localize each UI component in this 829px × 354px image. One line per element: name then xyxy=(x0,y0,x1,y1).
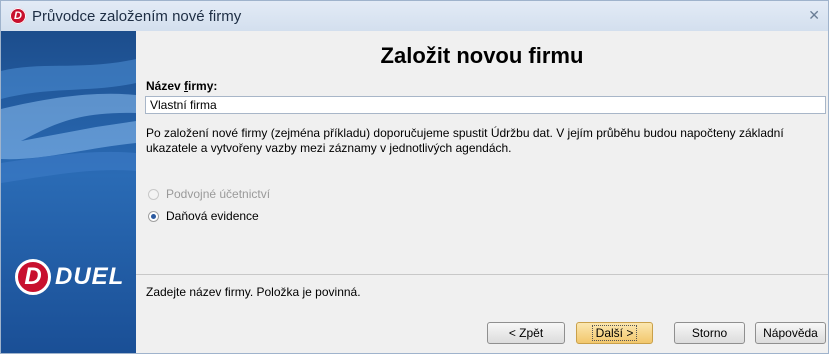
radio-button[interactable] xyxy=(148,188,159,200)
next-button-label: Další > xyxy=(591,325,638,341)
duel-app-icon: D xyxy=(10,8,26,24)
close-icon[interactable]: ✕ xyxy=(808,7,820,24)
label-prefix: Název xyxy=(146,79,185,93)
status-text: Zadejte název firmy. Položka je povinná. xyxy=(146,285,361,299)
status-divider xyxy=(136,274,828,275)
back-button-label: < Zpět xyxy=(508,326,544,340)
info-text: Po založení nové firmy (zejména příkladu… xyxy=(146,126,784,155)
company-name-input[interactable] xyxy=(145,96,826,114)
next-button[interactable]: Další > xyxy=(576,322,653,344)
wizard-sidebar: D DUEL xyxy=(1,31,136,353)
duel-logo: D DUEL xyxy=(15,259,124,295)
cancel-button-label: Storno xyxy=(691,326,728,340)
back-button[interactable]: < Zpět xyxy=(487,322,565,344)
help-button[interactable]: Nápověda xyxy=(755,322,826,344)
window-title: Průvodce založením nové firmy xyxy=(32,7,242,25)
radio-tax-records[interactable]: Daňová evidence xyxy=(148,209,259,223)
label-suffix: irmy: xyxy=(188,79,218,93)
radio-button[interactable] xyxy=(148,210,159,222)
cancel-button[interactable]: Storno xyxy=(674,322,745,344)
radio-double-entry[interactable]: Podvojné účetnictví xyxy=(148,187,270,201)
sidebar-swoosh-graphic xyxy=(1,59,136,183)
wizard-content: Založit novou firmu Název firmy: Po zalo… xyxy=(136,31,828,353)
radio-label: Daňová evidence xyxy=(166,209,259,223)
duel-logo-text: DUEL xyxy=(55,263,125,290)
wizard-window: D Průvodce založením nové firmy ✕ D DUEL… xyxy=(0,0,829,354)
page-title: Založit novou firmu xyxy=(380,43,584,68)
title-bar: D Průvodce založením nové firmy ✕ xyxy=(1,1,828,31)
company-name-label: Název firmy: xyxy=(146,79,217,93)
duel-logo-mark: D xyxy=(15,259,51,295)
radio-label: Podvojné účetnictví xyxy=(166,187,271,201)
help-button-label: Nápověda xyxy=(763,326,818,340)
